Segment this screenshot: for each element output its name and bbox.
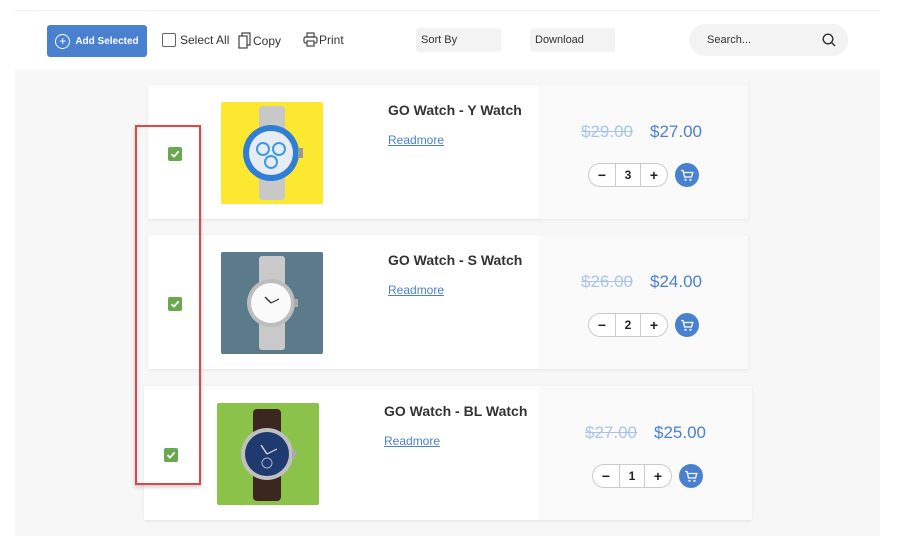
readmore-link[interactable]: Readmore [384,434,440,448]
product-title[interactable]: GO Watch - BL Watch [384,403,527,419]
product-list: GO Watch - Y Watch Readmore $29.00 $27.0… [15,70,880,536]
copy-button[interactable]: Copy [238,32,281,49]
price-panel [538,235,748,369]
product-row: GO Watch - Y Watch Readmore $29.00 $27.0… [148,85,748,219]
sort-by-label: Sort By [421,34,458,46]
watch-icon [243,106,303,200]
product-image[interactable] [217,403,319,505]
readmore-link[interactable]: Readmore [388,283,444,297]
product-row: GO Watch - S Watch Readmore $26.00 $24.0… [148,235,748,369]
select-all-checkbox[interactable]: Select All [162,33,229,47]
copy-icon [238,32,251,49]
cart-icon [685,470,698,482]
cart-icon [681,319,694,331]
quantity-value[interactable]: 1 [619,465,645,487]
decrement-button[interactable]: − [593,468,619,484]
product-checkbox[interactable] [168,147,182,161]
checkbox-icon [162,33,176,47]
printer-icon [303,32,318,47]
print-label: Print [319,32,344,47]
plus-circle-icon: + [55,33,71,49]
sort-by-dropdown[interactable]: Sort By [416,28,501,52]
add-selected-button[interactable]: + Add Selected [47,25,147,57]
checkmark-icon [166,451,176,459]
quantity-stepper: − 2 + [588,313,668,337]
watch-icon [241,409,296,501]
price-panel [538,85,748,219]
old-price: $26.00 [581,272,633,291]
sale-price: $27.00 [650,122,702,141]
product-title[interactable]: GO Watch - Y Watch [388,102,522,118]
add-to-cart-button[interactable] [679,464,703,488]
quantity-value[interactable]: 2 [615,314,641,336]
select-all-label: Select All [180,33,230,47]
decrement-button[interactable]: − [589,167,615,183]
readmore-link[interactable]: Readmore [388,133,444,147]
download-label: Download [535,34,584,46]
add-to-cart-button[interactable] [675,313,699,337]
checkmark-icon [170,150,180,158]
quantity-value[interactable]: 3 [615,164,641,186]
price-panel [538,386,752,520]
print-button[interactable]: Print [303,32,344,47]
increment-button[interactable]: + [641,167,667,183]
search-box [689,24,848,56]
product-image[interactable] [221,252,323,354]
search-icon[interactable] [822,33,836,47]
quantity-stepper: − 1 + [592,464,672,488]
checkmark-icon [170,300,180,308]
copy-label: Copy [253,33,282,48]
old-price: $29.00 [581,122,633,141]
sale-price: $25.00 [654,423,706,442]
decrement-button[interactable]: − [589,317,615,333]
watch-icon [247,256,298,350]
add-selected-label: Add Selected [75,35,139,47]
product-checkbox[interactable] [168,297,182,311]
product-row: GO Watch - BL Watch Readmore $27.00 $25.… [144,386,752,520]
search-input[interactable] [705,33,809,47]
sale-price: $24.00 [650,272,702,291]
increment-button[interactable]: + [641,317,667,333]
old-price: $27.00 [585,423,637,442]
quantity-stepper: − 3 + [588,163,668,187]
product-title[interactable]: GO Watch - S Watch [388,252,522,268]
product-checkbox[interactable] [164,448,178,462]
product-image[interactable] [221,102,323,204]
add-to-cart-button[interactable] [675,163,699,187]
increment-button[interactable]: + [645,468,671,484]
cart-icon [681,169,694,181]
download-dropdown[interactable]: Download [530,28,615,52]
